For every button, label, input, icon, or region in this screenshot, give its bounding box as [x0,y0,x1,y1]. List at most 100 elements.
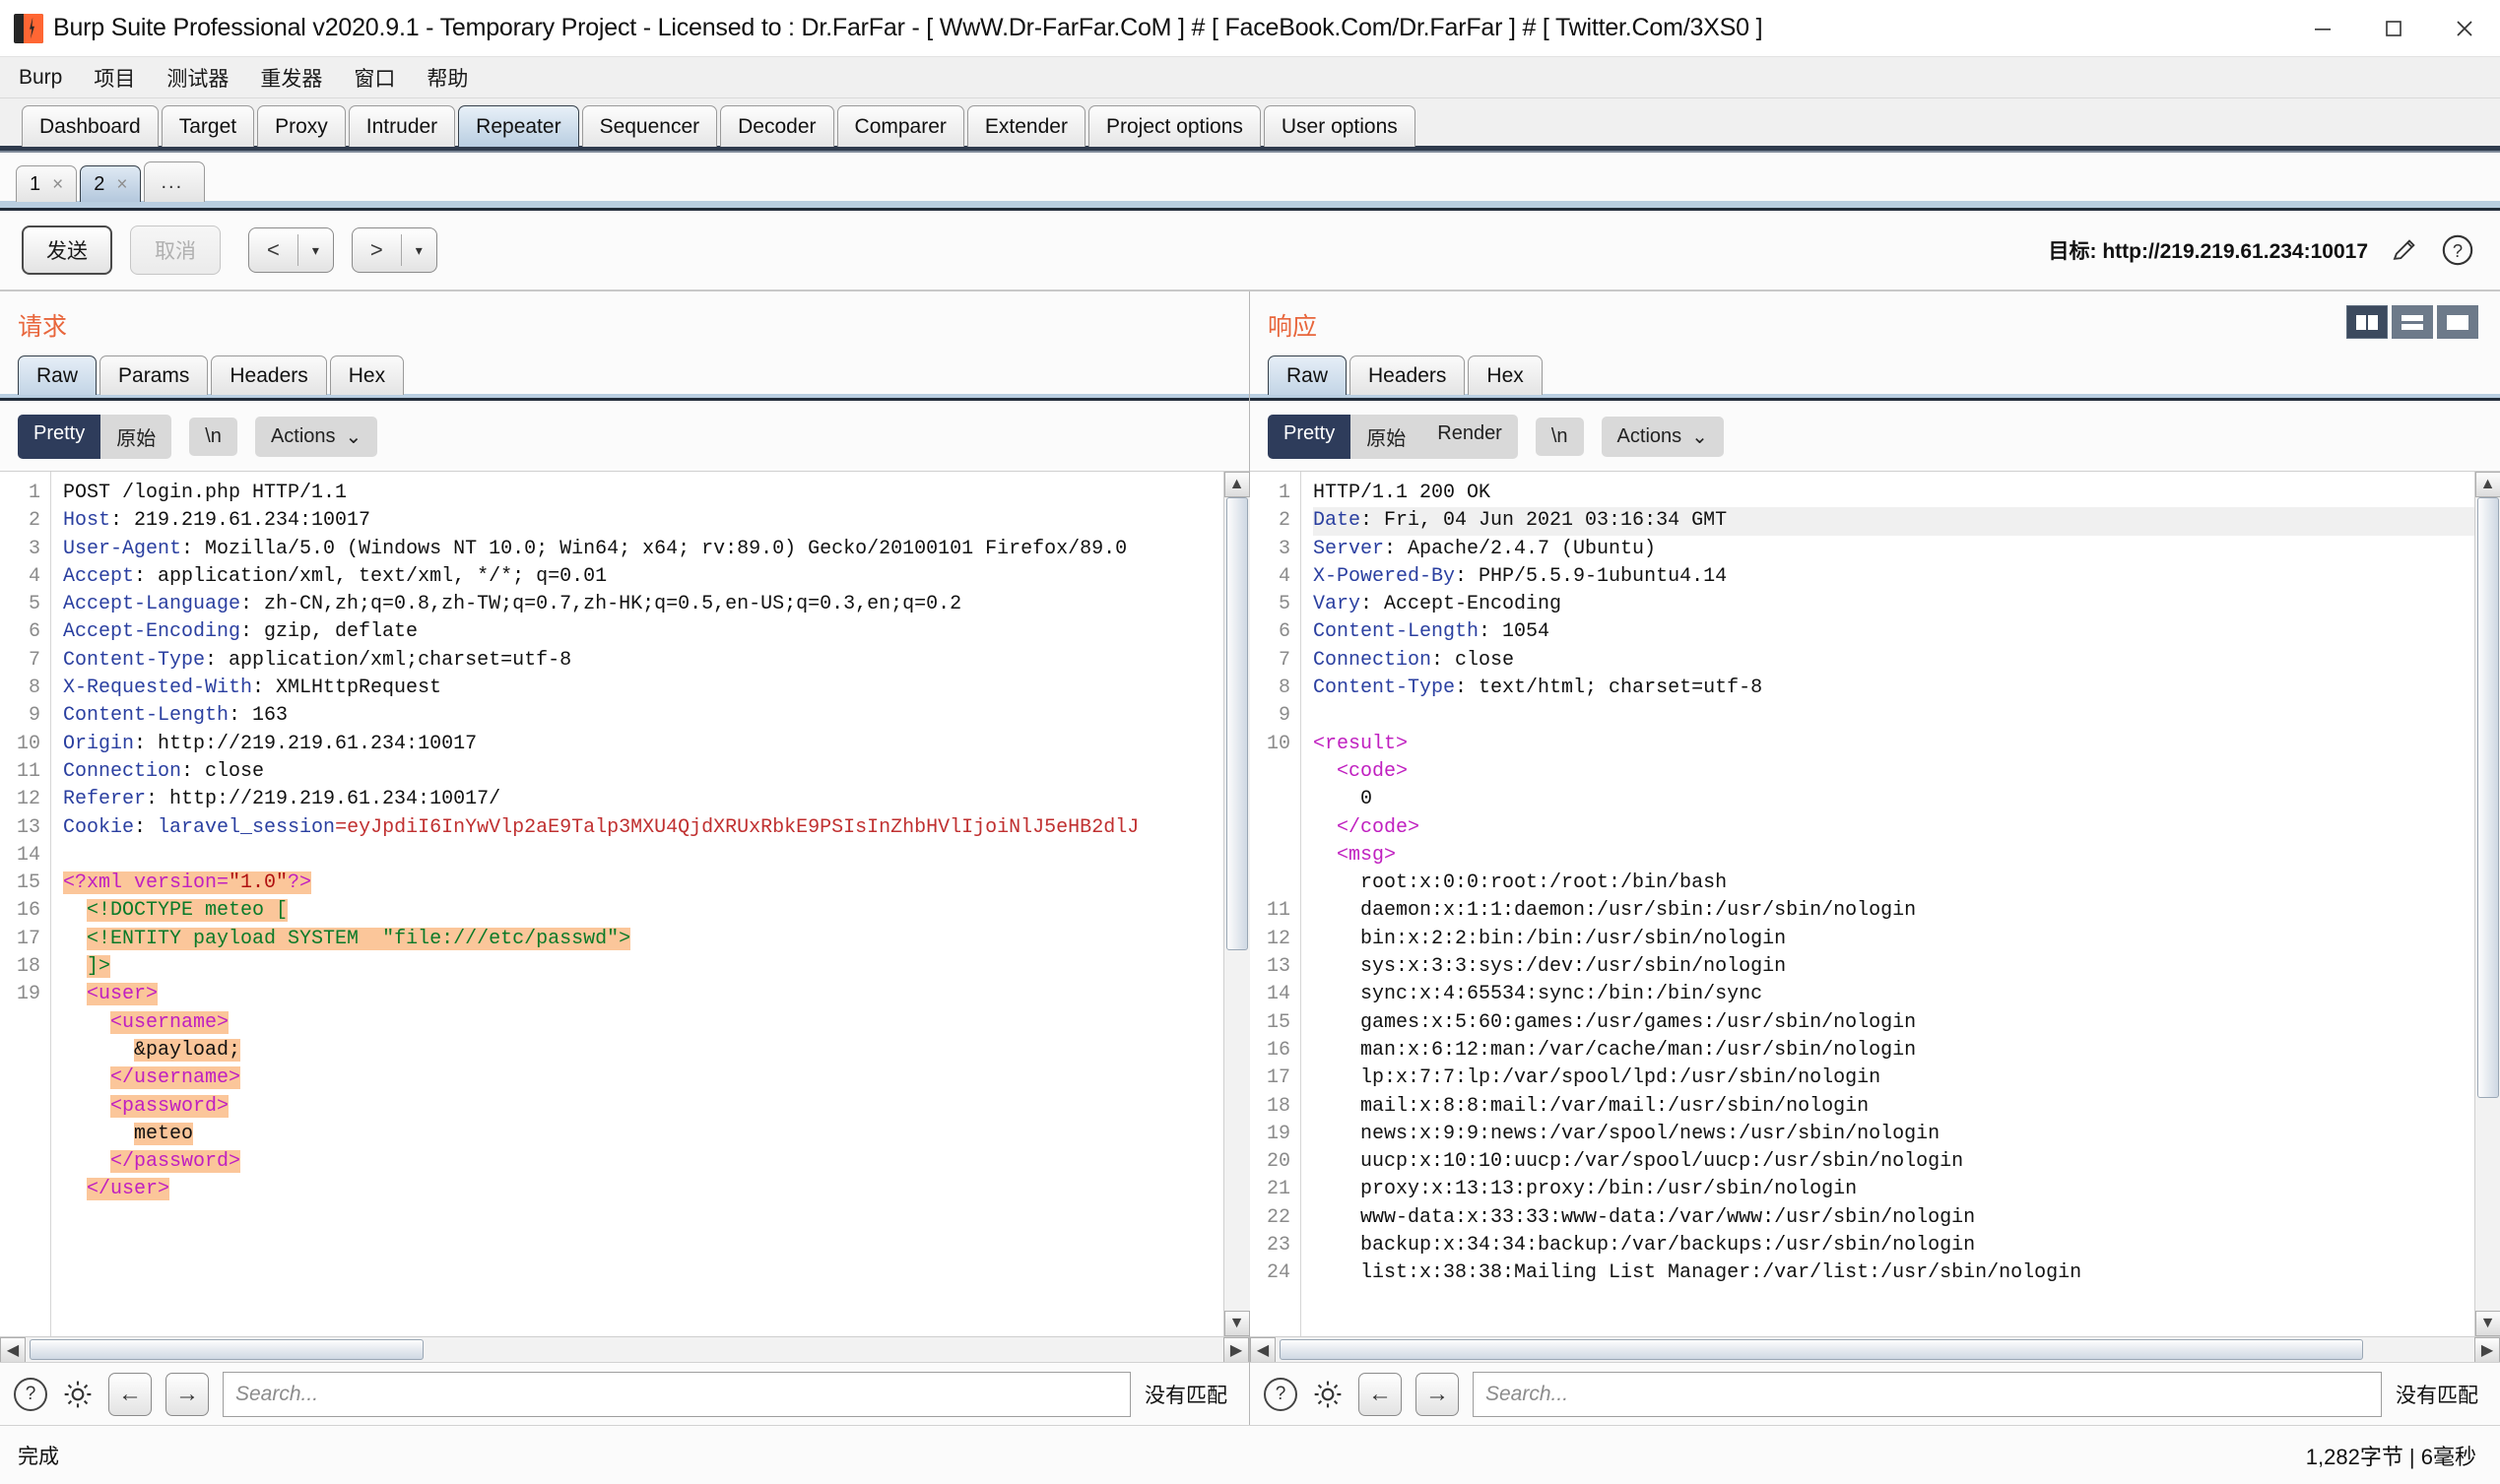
menu-help[interactable]: 帮助 [424,61,471,95]
scroll-right-icon[interactable]: ▶ [2474,1336,2500,1363]
layout-split-vertical-icon[interactable] [2346,305,2388,339]
response-code-line: </code> [1337,815,1420,839]
forward-button[interactable]: > ▾ [351,227,437,273]
scroll-left-icon[interactable]: ◀ [1250,1336,1276,1363]
tab-user-options[interactable]: User options [1263,105,1415,147]
tab-proxy[interactable]: Proxy [257,105,346,147]
response-vertical-scrollbar[interactable]: ▲ ▼ [2474,472,2500,1336]
request-search-prev-button[interactable]: ← [108,1372,152,1416]
close-icon[interactable]: × [116,175,127,194]
request-search-next-button[interactable]: → [165,1372,209,1416]
tab-dashboard[interactable]: Dashboard [22,105,159,147]
minimize-button[interactable] [2287,0,2358,57]
menu-burp[interactable]: Burp [16,64,65,92]
response-vscroll-thumb[interactable] [2476,497,2499,1098]
request-horizontal-scrollbar[interactable]: ◀ ▶ [0,1336,1249,1363]
menu-project[interactable]: 项目 [91,61,138,95]
help-icon[interactable]: ? [2441,233,2474,267]
response-line-number [1250,758,1290,786]
request-hscroll-track[interactable] [26,1337,1223,1363]
repeater-tab-moremoremore[interactable]: ... [144,161,206,202]
tab-decoder[interactable]: Decoder [720,105,834,147]
scroll-up-icon[interactable]: ▲ [1223,472,1250,497]
request-search-input[interactable]: Search... [223,1371,1131,1417]
response-tab-hex[interactable]: Hex [1468,355,1543,395]
response-pretty-raw-toggle[interactable]: Pretty 原始 Render [1268,415,1518,459]
response-hscroll-thumb[interactable] [1280,1338,2363,1360]
scroll-down-icon[interactable]: ▼ [1223,1311,1250,1336]
response-tab-raw[interactable]: Raw [1268,355,1348,395]
response-newline-button[interactable]: \n [1535,418,1584,456]
edit-pencil-icon[interactable] [2388,233,2421,267]
response-render-option[interactable]: Render [1421,415,1518,459]
request-pretty-raw-toggle[interactable]: Pretty 原始 [18,415,172,459]
request-code-line: Accept: application/xml, text/xml, */*; … [63,564,608,588]
menu-intruder[interactable]: 测试器 [164,61,231,95]
request-tab-params[interactable]: Params [99,355,209,395]
layout-single-pane-icon[interactable] [2437,305,2478,339]
response-pretty-option[interactable]: Pretty [1268,415,1351,459]
close-button[interactable] [2429,0,2500,57]
response-code[interactable]: HTTP/1.1 200 OK Date: Fri, 04 Jun 2021 03… [1301,472,2474,1336]
request-vscroll-track[interactable] [1223,497,1250,1311]
tab-target[interactable]: Target [161,105,255,147]
layout-split-horizontal-icon[interactable] [2392,305,2433,339]
request-line-number [0,1093,40,1121]
response-tab-headers[interactable]: Headers [1349,355,1466,395]
repeater-tab-2[interactable]: 2 × [80,165,142,202]
request-pretty-option[interactable]: Pretty [18,415,101,459]
repeater-tab-1[interactable]: 1 × [16,165,78,202]
send-button[interactable]: 发送 [22,226,112,275]
request-actions-button[interactable]: Actions ⌄ [254,417,378,457]
response-horizontal-scrollbar[interactable]: ◀ ▶ [1250,1336,2500,1363]
response-hscroll-track[interactable] [1276,1337,2474,1363]
response-vscroll-track[interactable] [2474,497,2500,1311]
scroll-up-icon[interactable]: ▲ [2474,472,2500,497]
tab-intruder[interactable]: Intruder [348,105,456,147]
scroll-right-icon[interactable]: ▶ [1223,1336,1249,1363]
response-search-help-icon[interactable]: ? [1264,1377,1297,1411]
response-pane-header: 响应 Raw Headers Hex [1250,291,2500,395]
repeater-tab-label: ... [161,171,184,193]
cancel-button[interactable]: 取消 [130,226,221,275]
response-search-next-button[interactable]: → [1415,1372,1459,1416]
request-tab-raw[interactable]: Raw [18,355,98,395]
request-tab-hex[interactable]: Hex [329,355,405,395]
response-no-match-label: 没有匹配 [2396,1384,2478,1407]
response-line-number: 13 [1266,955,1290,979]
request-code-line: ]> [87,955,111,979]
close-icon[interactable]: × [52,175,63,194]
tab-project-options[interactable]: Project options [1087,105,1261,147]
request-search-settings-gear-icon[interactable] [61,1378,95,1411]
response-raw-option[interactable]: 原始 [1350,415,1422,459]
request-hscroll-thumb[interactable] [30,1338,424,1360]
request-vscroll-thumb[interactable] [1225,497,1248,950]
request-newline-button[interactable]: \n [189,418,237,456]
tab-comparer[interactable]: Comparer [836,105,964,147]
maximize-button[interactable] [2358,0,2429,57]
request-search-help-icon[interactable]: ? [14,1377,47,1411]
response-code-line: uucp:x:10:10:uucp:/var/spool/uucp:/usr/s… [1313,1150,1964,1174]
tab-sequencer[interactable]: Sequencer [581,105,718,147]
request-line-number: 16 [16,899,40,923]
response-actions-button[interactable]: Actions ⌄ [1601,417,1724,457]
request-code[interactable]: POST /login.php HTTP/1.1 Host: 219.219.61… [51,472,1223,1336]
tab-repeater[interactable]: Repeater [458,105,579,147]
request-tab-headers[interactable]: Headers [211,355,327,395]
response-code-line: sync:x:4:65534:sync:/bin:/bin/sync [1313,983,1763,1006]
request-editor[interactable]: 1 2 3 4 5 6 7 8 9 10 11 12 13 14 15 16 17 18 19 POST /logi… [0,472,1223,1336]
forward-caret-icon[interactable]: ▾ [402,233,436,268]
scroll-left-icon[interactable]: ◀ [0,1336,26,1363]
scroll-down-icon[interactable]: ▼ [2474,1311,2500,1336]
back-caret-icon[interactable]: ▾ [298,233,333,268]
back-button[interactable]: < ▾ [248,227,334,273]
request-raw-option[interactable]: 原始 [100,415,172,459]
response-editor[interactable]: 1 2 3 4 5 6 7 8 9 10 11 12 13 14 15 16 17 18 19 20 21 22 23 24 … [1250,472,2474,1336]
response-search-input[interactable]: Search... [1473,1371,2382,1417]
response-search-settings-gear-icon[interactable] [1311,1378,1345,1411]
menu-repeater[interactable]: 重发器 [257,61,325,95]
menu-window[interactable]: 窗口 [351,61,398,95]
response-search-prev-button[interactable]: ← [1358,1372,1402,1416]
tab-extender[interactable]: Extender [966,105,1086,147]
request-vertical-scrollbar[interactable]: ▲ ▼ [1223,472,1250,1336]
